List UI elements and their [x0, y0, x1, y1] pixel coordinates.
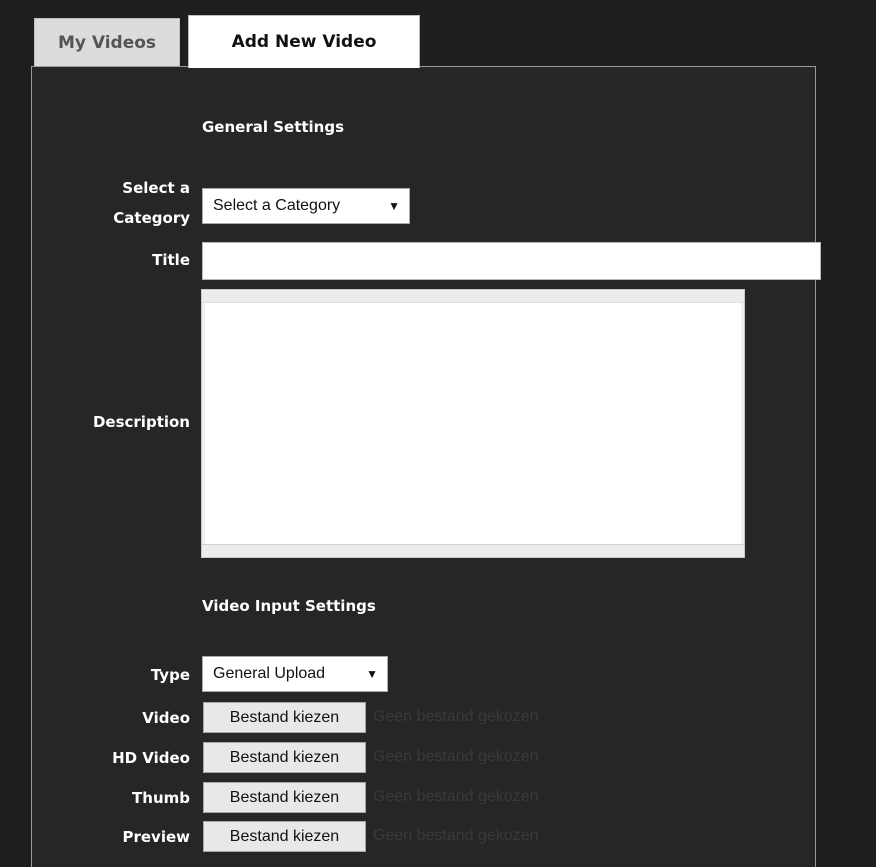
- description-label: Description: [92, 413, 190, 431]
- category-select[interactable]: Select a Category ▼: [202, 188, 410, 224]
- video-input-settings-heading: Video Input Settings: [202, 597, 376, 615]
- preview-label: Preview: [122, 828, 190, 846]
- hd-video-label: HD Video: [112, 749, 190, 767]
- category-select-value: Select a Category: [213, 197, 341, 214]
- editor-toolbar: [202, 290, 744, 303]
- chevron-down-icon: ▼: [388, 199, 400, 213]
- video-label: Video: [142, 709, 190, 727]
- thumb-file-status: Geen bestand gekozen: [373, 788, 539, 805]
- description-textarea[interactable]: [205, 303, 741, 544]
- video-file-status: Geen bestand gekozen: [373, 708, 539, 725]
- type-label: Type: [150, 666, 190, 684]
- title-input[interactable]: [202, 242, 821, 280]
- type-select-value: General Upload: [213, 665, 326, 682]
- tab-add-new-video[interactable]: Add New Video: [188, 15, 420, 68]
- video-file-button[interactable]: Bestand kiezen: [203, 702, 366, 733]
- hd-video-file-button[interactable]: Bestand kiezen: [203, 742, 366, 773]
- hd-video-file-status: Geen bestand gekozen: [373, 748, 539, 765]
- tab-my-videos[interactable]: My Videos: [34, 18, 180, 67]
- category-label-line1: Select a: [122, 179, 190, 197]
- type-select[interactable]: General Upload ▼: [202, 656, 388, 692]
- preview-file-button[interactable]: Bestand kiezen: [203, 821, 366, 852]
- thumb-file-button[interactable]: Bestand kiezen: [203, 782, 366, 813]
- editor-statusbar: [202, 544, 744, 557]
- title-label: Title: [152, 251, 190, 269]
- chevron-down-icon: ▼: [366, 667, 378, 681]
- thumb-label: Thumb: [132, 789, 190, 807]
- description-editor[interactable]: [201, 289, 745, 558]
- preview-file-status: Geen bestand gekozen: [373, 827, 539, 844]
- general-settings-heading: General Settings: [202, 118, 345, 136]
- category-label-line2: Category: [113, 209, 190, 227]
